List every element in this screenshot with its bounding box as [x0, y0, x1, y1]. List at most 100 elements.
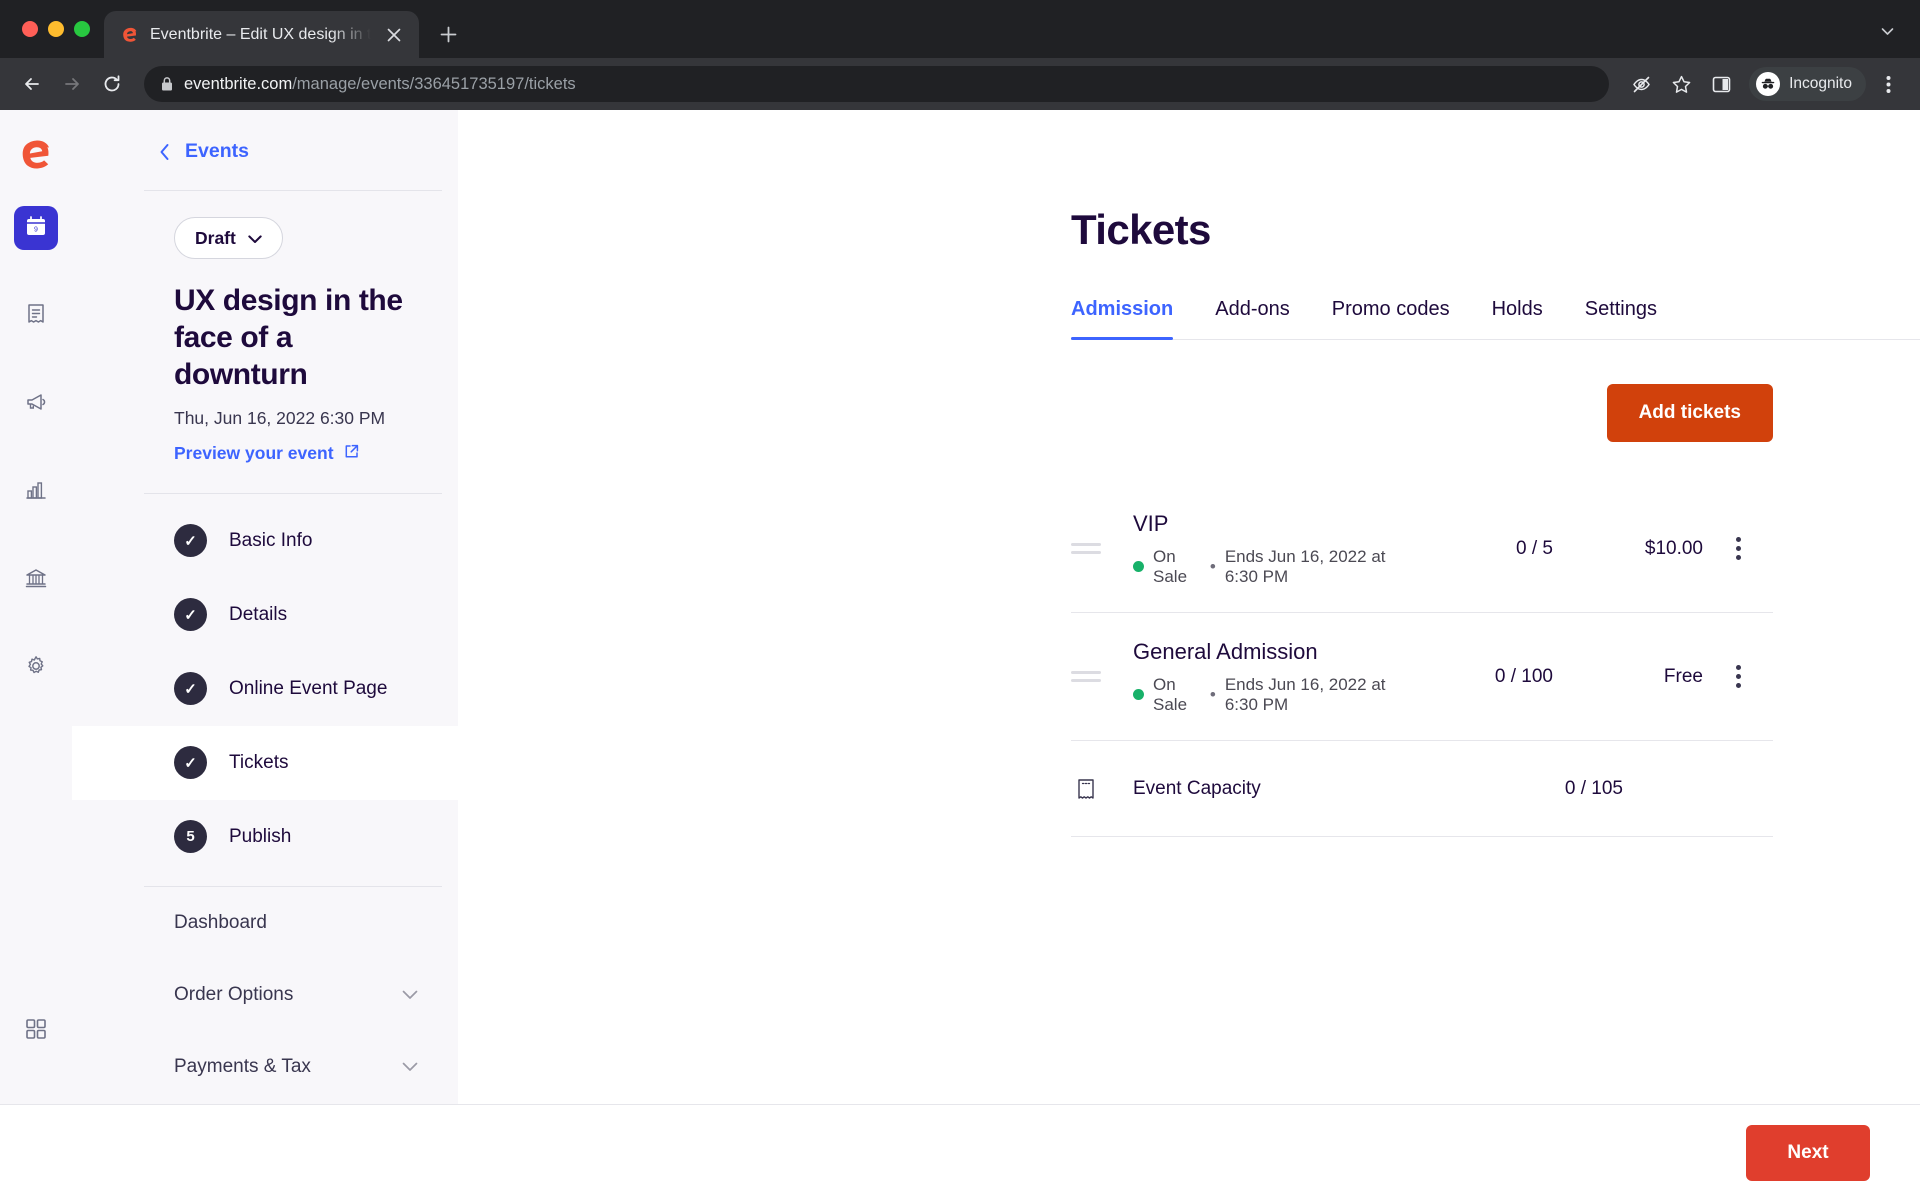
gear-icon: [24, 654, 48, 683]
ticket-list: VIP On Sale • Ends Jun 16, 2022 at 6:30 …: [1071, 485, 1773, 837]
rail-item-orders[interactable]: [14, 294, 58, 338]
tab-add-ons[interactable]: Add-ons: [1215, 298, 1290, 339]
megaphone-icon: [24, 390, 48, 419]
profile-incognito-badge[interactable]: Incognito: [1749, 67, 1866, 101]
step-badge-check-icon: ✓: [174, 672, 207, 706]
browser-menu-kebab-icon[interactable]: [1870, 66, 1906, 102]
close-tab-button[interactable]: [381, 22, 407, 48]
forward-arrow-icon[interactable]: [54, 66, 90, 102]
eye-off-icon[interactable]: [1623, 66, 1659, 102]
event-steps-list: ✓ Basic Info ✓ Details ✓ Online Event Pa…: [72, 504, 458, 874]
event-capacity-row: Event Capacity 0 / 105: [1071, 741, 1773, 837]
sidebar-step-online-event-page[interactable]: ✓ Online Event Page: [72, 652, 458, 726]
external-link-icon: [344, 443, 359, 464]
sidebar-item-order-options[interactable]: Order Options: [72, 959, 458, 1031]
ticket-meta: On Sale • Ends Jun 16, 2022 at 6:30 PM: [1133, 547, 1403, 587]
browser-tabstrip: Eventbrite – Edit UX design in t: [0, 0, 1920, 59]
back-arrow-icon[interactable]: [14, 66, 50, 102]
address-bar[interactable]: eventbrite.com/manage/events/33645173519…: [144, 66, 1610, 102]
table-row[interactable]: VIP On Sale • Ends Jun 16, 2022 at 6:30 …: [1071, 485, 1773, 613]
event-title: UX design in the face of a downturn: [174, 284, 403, 391]
step-label: Tickets: [229, 751, 289, 773]
sidebar-step-basic-info[interactable]: ✓ Basic Info: [72, 504, 458, 578]
add-tickets-button[interactable]: Add tickets: [1606, 384, 1773, 442]
sidebar-item-label: Order Options: [174, 983, 294, 1005]
back-to-events-label: Events: [185, 140, 249, 162]
sidebar-step-tickets[interactable]: ✓ Tickets: [72, 725, 458, 800]
window-controls: [14, 0, 104, 58]
tab-search-chevron-down-icon[interactable]: [1870, 14, 1904, 48]
sidebar-item-label: Dashboard: [174, 911, 267, 933]
event-status-label: Draft: [195, 227, 236, 248]
receipt-icon: [24, 302, 48, 331]
page-footer: Next: [0, 1104, 1920, 1200]
step-badge-check-icon: ✓: [174, 746, 207, 780]
side-panel-icon[interactable]: [1703, 66, 1739, 102]
ticket-actions-kebab-icon[interactable]: [1703, 665, 1773, 688]
tab-holds[interactable]: Holds: [1492, 298, 1543, 339]
event-capacity-label: Event Capacity: [1133, 777, 1261, 799]
eventbrite-favicon-icon: [120, 25, 140, 45]
reload-icon[interactable]: [94, 66, 130, 102]
sidebar-item-dashboard[interactable]: Dashboard: [72, 887, 458, 959]
step-label: Online Event Page: [229, 677, 388, 699]
event-sidebar: Events Draft UX design in the face of a …: [72, 110, 458, 1200]
rail-item-settings[interactable]: [14, 646, 58, 690]
tab-settings[interactable]: Settings: [1585, 298, 1657, 339]
eventbrite-logo-icon[interactable]: [14, 132, 58, 176]
preview-event-label: Preview your event: [174, 442, 334, 463]
rail-item-finance[interactable]: [14, 558, 58, 602]
ticket-status: On Sale: [1153, 674, 1188, 714]
star-icon[interactable]: [1663, 66, 1699, 102]
ticket-status: On Sale: [1153, 546, 1188, 586]
back-to-events-link[interactable]: Events: [72, 110, 458, 163]
event-date: Thu, Jun 16, 2022 6:30 PM: [174, 407, 386, 428]
ticket-name: General Admission: [1133, 638, 1318, 664]
rail-item-events[interactable]: 9: [14, 206, 58, 250]
url-path: /manage/events/336451735197/tickets: [292, 74, 576, 93]
step-badge-number: 5: [174, 820, 207, 854]
browser-tab[interactable]: Eventbrite – Edit UX design in t: [104, 11, 420, 59]
event-status-dropdown[interactable]: Draft: [174, 217, 283, 259]
status-dot-icon: [1133, 689, 1144, 700]
event-capacity-value: 0 / 105: [1564, 777, 1623, 799]
drag-handle-icon[interactable]: [1071, 671, 1101, 682]
ticket-name: VIP: [1133, 510, 1169, 536]
chevron-down-icon: [248, 228, 262, 249]
ticket-meta: On Sale • Ends Jun 16, 2022 at 6:30 PM: [1133, 675, 1403, 715]
tab-admission[interactable]: Admission: [1071, 298, 1174, 340]
preview-event-link[interactable]: Preview your event: [174, 443, 359, 464]
tab-promo-codes[interactable]: Promo codes: [1332, 298, 1450, 339]
rail-item-reports[interactable]: [14, 470, 58, 514]
ticket-end-date: Ends Jun 16, 2022 at 6:30 PM: [1224, 546, 1386, 586]
next-button[interactable]: Next: [1746, 1124, 1870, 1181]
add-tickets-row: Add tickets: [1071, 384, 1773, 442]
sidebar-item-payments-tax[interactable]: Payments & Tax: [72, 1031, 458, 1103]
minimize-window-button[interactable]: [48, 21, 64, 37]
new-tab-button[interactable]: [431, 17, 465, 51]
table-row[interactable]: General Admission On Sale • Ends Jun 16,…: [1071, 613, 1773, 741]
incognito-icon: [1756, 72, 1781, 96]
sidebar-step-details[interactable]: ✓ Details: [72, 578, 458, 652]
main-content: Tickets Admission Add-ons Promo codes Ho…: [458, 110, 1920, 1200]
bar-chart-icon: [24, 478, 48, 507]
close-window-button[interactable]: [22, 21, 38, 37]
bank-icon: [24, 566, 48, 595]
page-viewport: 9 Events Draft UX design in the face of …: [0, 110, 1920, 1200]
rail-item-apps[interactable]: [0, 1018, 72, 1045]
ticket-price: $10.00: [1644, 537, 1703, 559]
rail-item-marketing[interactable]: [14, 382, 58, 426]
browser-tab-title: Eventbrite – Edit UX design in t: [150, 26, 372, 43]
ticket-price: Free: [1663, 665, 1703, 687]
sidebar-item-label: Payments & Tax: [174, 1055, 311, 1077]
status-dot-icon: [1133, 561, 1144, 572]
drag-handle-icon[interactable]: [1071, 543, 1101, 554]
ticket-actions-kebab-icon[interactable]: [1703, 537, 1773, 560]
tickets-tabbar: Admission Add-ons Promo codes Holds Sett…: [1071, 298, 1920, 340]
maximize-window-button[interactable]: [74, 21, 90, 37]
browser-toolbar: eventbrite.com/manage/events/33645173519…: [0, 58, 1920, 110]
sidebar-step-publish[interactable]: 5 Publish: [72, 800, 458, 874]
chevron-left-icon: [158, 142, 171, 162]
app-icon-rail: 9: [0, 110, 72, 1200]
svg-text:9: 9: [34, 226, 38, 233]
